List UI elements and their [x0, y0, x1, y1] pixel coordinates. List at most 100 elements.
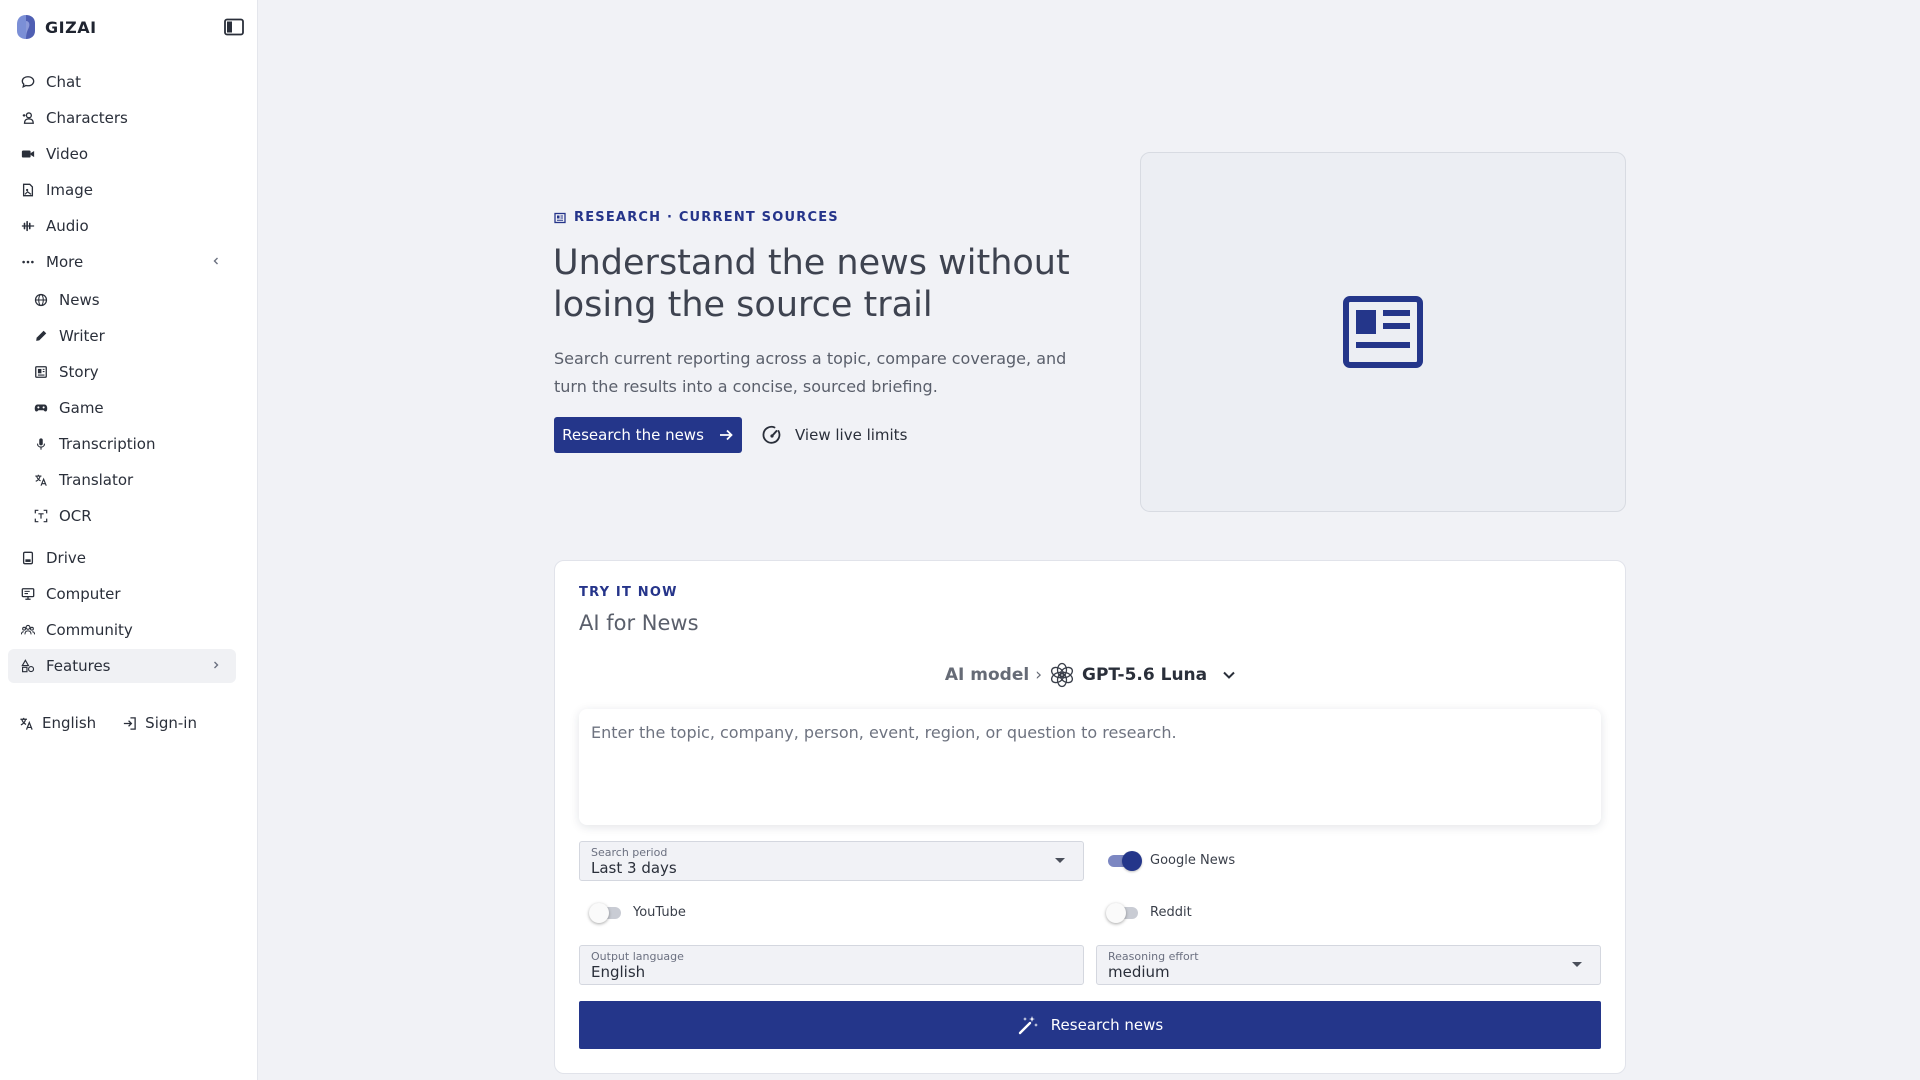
sidebar-item-features[interactable]: Features: [8, 649, 236, 683]
output-language-value: English: [591, 963, 646, 981]
output-language-label: Output language: [591, 950, 684, 963]
arrow-right-icon: [719, 429, 733, 441]
sidebar-item-chat[interactable]: Chat: [8, 65, 236, 99]
chevron-left-icon: [213, 257, 218, 265]
microphone-icon: [33, 436, 49, 452]
tool-eyebrow: TRY IT NOW: [579, 585, 678, 600]
sidebar-item-label: Image: [46, 181, 93, 199]
sidebar-item-label: Transcription: [59, 435, 156, 453]
hero-description: Search current reporting across a topic,…: [554, 349, 1067, 396]
sidebar-item-label: Characters: [46, 109, 128, 127]
sidebar-footer: English Sign-in: [19, 714, 223, 732]
hero-eyebrow-text: RESEARCH · CURRENT SOURCES: [574, 210, 839, 225]
view-live-limits-label: View live limits: [795, 426, 908, 444]
hero-title: Understand the news without losing the s…: [553, 243, 1070, 325]
model-selector: AI model › GPT-5.6 Luna: [555, 661, 1627, 689]
sidebar: GIZAI Chat Characters Video Image Audio …: [0, 0, 258, 1080]
sidebar-toggle-icon[interactable]: [224, 18, 244, 36]
image-icon: [20, 182, 36, 198]
computer-icon: [20, 586, 36, 602]
login-icon: [124, 716, 136, 730]
sidebar-item-label: Features: [46, 657, 111, 675]
sidebar-item-transcription[interactable]: Transcription: [8, 427, 236, 461]
drive-icon: [20, 550, 36, 566]
sidebar-item-label: Chat: [46, 73, 82, 91]
model-name[interactable]: GPT-5.6 Luna: [1082, 665, 1207, 685]
signin-label: Sign-in: [145, 714, 197, 732]
globe-icon: [33, 292, 49, 308]
sidebar-item-label: Video: [46, 145, 89, 163]
sidebar-item-computer[interactable]: Computer: [8, 577, 236, 611]
brand-name: GIZAI: [45, 17, 97, 37]
sidebar-item-audio[interactable]: Audio: [8, 209, 236, 243]
sidebar-item-drive[interactable]: Drive: [8, 541, 236, 575]
youtube-toggle[interactable]: YouTube: [589, 902, 686, 923]
chat-bubble-icon: [20, 74, 36, 90]
sidebar-item-game[interactable]: Game: [8, 391, 236, 425]
sidebar-item-news[interactable]: News: [8, 283, 236, 317]
ellipsis-icon: [20, 254, 36, 270]
toggle-switch[interactable]: [589, 902, 623, 923]
research-the-news-button[interactable]: Research the news: [554, 417, 742, 453]
hero-eyebrow: RESEARCH · CURRENT SOURCES: [554, 210, 839, 225]
chevron-down-icon[interactable]: [1221, 667, 1237, 683]
google-news-toggle[interactable]: Google News: [1106, 850, 1235, 871]
gauge-icon: [762, 425, 781, 444]
view-live-limits-link[interactable]: View live limits: [762, 422, 907, 448]
output-language-field[interactable]: Output language English: [579, 945, 1084, 985]
toggle-switch[interactable]: [1106, 902, 1140, 923]
news-tool-card: TRY IT NOW AI for News AI model › GPT-5.…: [554, 560, 1626, 1074]
language-label: English: [42, 714, 97, 732]
sidebar-item-ocr[interactable]: OCR: [8, 499, 236, 533]
dropdown-caret-icon: [1572, 962, 1582, 967]
characters-icon: [20, 110, 36, 126]
sidebar-item-image[interactable]: Image: [8, 173, 236, 207]
video-camera-icon: [20, 146, 36, 162]
community-icon: [20, 622, 36, 638]
topic-prompt-input[interactable]: [579, 709, 1601, 825]
translate-icon: [20, 717, 33, 730]
sidebar-item-label: More: [46, 253, 84, 271]
language-selector[interactable]: English: [19, 714, 96, 732]
sidebar-item-writer[interactable]: Writer: [8, 319, 236, 353]
reddit-toggle[interactable]: Reddit: [1106, 902, 1192, 923]
sidebar-item-label: Audio: [46, 217, 89, 235]
pen-icon: [33, 328, 49, 344]
reasoning-effort-label: Reasoning effort: [1108, 950, 1199, 963]
brand[interactable]: GIZAI: [17, 14, 97, 40]
search-period-select[interactable]: Search period Last 3 days: [579, 841, 1084, 881]
scan-text-icon: [33, 508, 49, 524]
sidebar-item-label: OCR: [59, 507, 92, 525]
hero-media: [1140, 152, 1626, 512]
gizai-logo-icon: [17, 15, 35, 39]
shapes-icon: [20, 658, 36, 674]
sidebar-item-characters[interactable]: Characters: [8, 101, 236, 135]
reasoning-effort-value: medium: [1108, 963, 1170, 981]
model-label: AI model: [944, 665, 1030, 685]
research-news-label: Research news: [1050, 1016, 1164, 1034]
magic-wand-icon: [1018, 1016, 1038, 1035]
sidebar-item-story[interactable]: Story: [8, 355, 236, 389]
sidebar-item-community[interactable]: Community: [8, 613, 236, 647]
model-separator: ›: [1035, 665, 1043, 685]
signin-link[interactable]: Sign-in: [122, 714, 197, 732]
audio-wave-icon: [20, 218, 36, 234]
sidebar-item-translator[interactable]: Translator: [8, 463, 236, 497]
sidebar-item-video[interactable]: Video: [8, 137, 236, 171]
sidebar-item-more[interactable]: More: [8, 245, 236, 279]
toggle-switch[interactable]: [1106, 850, 1142, 871]
sidebar-item-label: News: [59, 291, 100, 309]
gamepad-icon: [33, 400, 49, 416]
book-icon: [33, 364, 49, 380]
search-period-value: Last 3 days: [591, 859, 677, 877]
research-the-news-label: Research the news: [562, 426, 704, 444]
research-news-submit-button[interactable]: Research news: [579, 1001, 1601, 1049]
sidebar-item-label: Computer: [46, 585, 121, 603]
youtube-label: YouTube: [633, 904, 686, 920]
dropdown-caret-icon: [1055, 858, 1065, 863]
reasoning-effort-select[interactable]: Reasoning effort medium: [1096, 945, 1601, 985]
translate-icon: [33, 472, 49, 488]
sidebar-item-label: Game: [59, 399, 104, 417]
chevron-right-icon: [214, 661, 219, 669]
reddit-label: Reddit: [1150, 904, 1192, 920]
